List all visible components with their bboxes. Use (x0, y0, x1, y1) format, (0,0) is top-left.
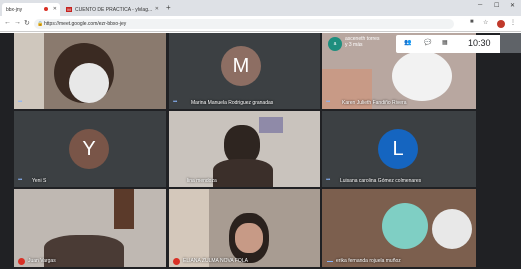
tab-cuento[interactable]: M CUENTO DE PRACTICA - ylvlag... ✕ (62, 3, 162, 16)
camera-icon[interactable]: ■ (470, 19, 474, 25)
paper-mask-icon (392, 51, 452, 101)
participant-name: Luisana carolina Gómez colmenares (340, 178, 422, 184)
close-tab-icon[interactable]: ✕ (53, 6, 57, 12)
close-window-icon[interactable]: ✕ (510, 2, 515, 9)
browser-window: bbx-jny ✕ M CUENTO DE PRACTICA - ylvlag.… (0, 0, 521, 269)
audio-indicator-icon (327, 261, 333, 262)
video-tile[interactable]: ELIANA ZULMA NOVA FOLA (169, 189, 320, 267)
audio-dots-icon: ••• (326, 177, 330, 183)
participant-name: erika fernanda rojuela muñoz (336, 258, 401, 264)
participant-name: Juan Vargas (28, 258, 56, 264)
address-bar: ← → ↻ 🔒 https://meet.google.com/ezr-bbxo… (0, 16, 521, 32)
video-tile[interactable]: erika fernanda rojuela muñoz (322, 189, 476, 267)
speaker-more: y 3 más (345, 42, 363, 48)
wall (14, 33, 44, 109)
paper-circle (432, 209, 472, 249)
minimize-icon[interactable]: ─ (478, 2, 482, 8)
video-tile[interactable]: L ••• Luisana carolina Gómez colmenares (322, 111, 476, 187)
meet-grid: ••• M ••• Marina Manuela Rodriguez grana… (0, 33, 521, 269)
url-text: https://meet.google.com/ezr-bbxo-jey (44, 21, 127, 27)
face (235, 223, 263, 253)
tab-label: bbx-jny (6, 6, 23, 13)
participant-name: Marina Manuela Rodriguez granadas (191, 100, 274, 106)
tab-label: CUENTO DE PRACTICA - ylvlag... (75, 6, 153, 13)
chat-icon[interactable]: 💬 (424, 39, 431, 46)
back-icon[interactable]: ← (4, 19, 11, 26)
person-silhouette (44, 235, 124, 267)
avatar: L (378, 129, 418, 169)
avatar: Y (69, 129, 109, 169)
mic-off-icon (173, 258, 180, 265)
new-tab-icon[interactable]: + (166, 3, 171, 12)
video-tile[interactable]: M ••• Marina Manuela Rodriguez granadas (169, 33, 320, 109)
clock: 10:30 (468, 38, 491, 48)
video-tile[interactable]: ••• (14, 33, 166, 109)
participant-name: Karen Julieth Fandiño Rivera (342, 100, 407, 106)
kitchen-wall (169, 189, 209, 267)
recording-dot-icon (44, 7, 48, 11)
wall-poster (259, 117, 283, 133)
close-tab-icon[interactable]: ✕ (155, 6, 159, 12)
shoulders (213, 159, 273, 187)
url-field[interactable]: 🔒 https://meet.google.com/ezr-bbxo-jey (34, 19, 454, 29)
audio-dots-icon: ••• (173, 99, 177, 105)
audio-dots-icon: ••• (326, 99, 330, 105)
participant-name: ELIANA ZULMA NOVA FOLA (183, 258, 248, 264)
audio-dots-icon: ••• (18, 99, 22, 105)
gmail-icon: M (66, 7, 72, 12)
video-tile[interactable]: lina mendoza (169, 111, 320, 187)
star-icon[interactable]: ☆ (483, 19, 488, 26)
reload-icon[interactable]: ↻ (24, 19, 30, 27)
forward-icon[interactable]: → (14, 19, 21, 26)
maximize-icon[interactable]: ☐ (494, 2, 499, 9)
speaker-avatar: a (328, 37, 342, 51)
activities-icon[interactable]: ▦ (442, 39, 448, 46)
audio-dots-icon: ••• (18, 177, 22, 183)
mic-off-icon (18, 258, 25, 265)
participant-name: lina mendoza (187, 178, 217, 184)
tab-bar: bbx-jny ✕ M CUENTO DE PRACTICA - ylvlag.… (0, 0, 521, 16)
window-curtain (114, 189, 134, 229)
smiley-mask-icon (382, 203, 428, 249)
lock-icon: 🔒 (37, 21, 44, 27)
avatar: M (221, 46, 261, 86)
smiley-mask-icon (69, 63, 109, 103)
video-tile[interactable]: Juan Vargas (14, 189, 166, 267)
video-tile[interactable]: Y ••• Yeni S (14, 111, 166, 187)
tab-meet[interactable]: bbx-jny ✕ (2, 3, 60, 16)
profile-avatar[interactable] (497, 20, 505, 28)
participant-name: Yeni S (32, 178, 47, 184)
menu-icon[interactable]: ⋮ (510, 19, 516, 26)
speaker-label: asceneth torres y 3 más (345, 36, 379, 48)
people-icon[interactable]: 👥 (404, 39, 411, 46)
self-view-thumbnail[interactable] (500, 33, 521, 53)
